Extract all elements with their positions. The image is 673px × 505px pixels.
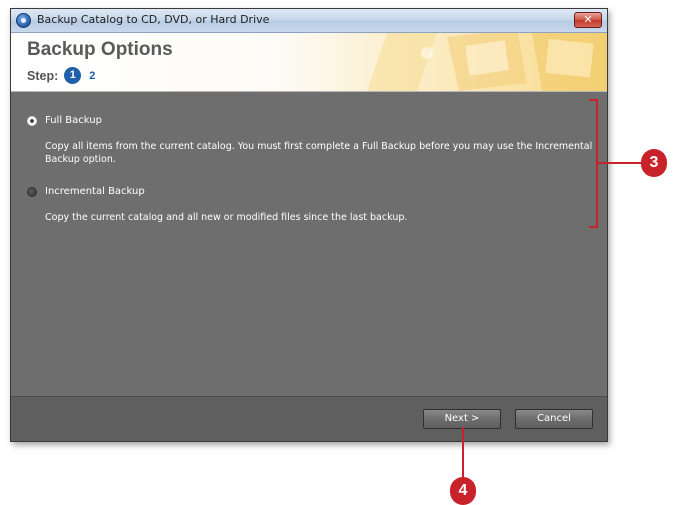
full-backup-radio[interactable] xyxy=(27,116,37,126)
next-button[interactable]: Next > xyxy=(423,409,501,429)
step-1-badge: 1 xyxy=(64,67,82,84)
cancel-button[interactable]: Cancel xyxy=(515,409,593,429)
options-bracket-connector xyxy=(598,162,643,164)
callout-4-badge: 4 xyxy=(450,477,476,505)
options-panel: Full Backup Copy all items from the curr… xyxy=(11,92,607,397)
dialog-header: Backup Options Step: 1 2 xyxy=(11,33,607,92)
title-bar[interactable]: Backup Catalog to CD, DVD, or Hard Drive… xyxy=(11,9,607,33)
step-2-label: 2 xyxy=(89,69,96,82)
app-catalog-icon xyxy=(16,13,31,28)
window-title: Backup Catalog to CD, DVD, or Hard Drive xyxy=(37,13,270,26)
incremental-backup-description: Copy the current catalog and all new or … xyxy=(45,212,408,223)
options-bracket xyxy=(589,99,598,228)
callout-3-badge: 3 xyxy=(641,149,667,177)
step-indicator: Step: 1 2 xyxy=(27,67,95,84)
full-backup-description: Copy all items from the current catalog.… xyxy=(45,141,593,165)
backup-dialog: Backup Catalog to CD, DVD, or Hard Drive… xyxy=(10,8,608,442)
screenshot-stage: Backup Catalog to CD, DVD, or Hard Drive… xyxy=(0,0,673,505)
step-label: Step: xyxy=(27,68,59,83)
incremental-backup-label[interactable]: Incremental Backup xyxy=(45,186,145,197)
dialog-footer: Next > Cancel xyxy=(11,396,607,441)
close-button[interactable]: ✕ xyxy=(574,12,602,28)
full-backup-label[interactable]: Full Backup xyxy=(45,115,102,126)
next-button-pointer-line xyxy=(462,427,464,478)
header-decoration-image xyxy=(367,33,607,91)
page-title: Backup Options xyxy=(27,39,173,60)
incremental-backup-radio[interactable] xyxy=(27,187,37,197)
